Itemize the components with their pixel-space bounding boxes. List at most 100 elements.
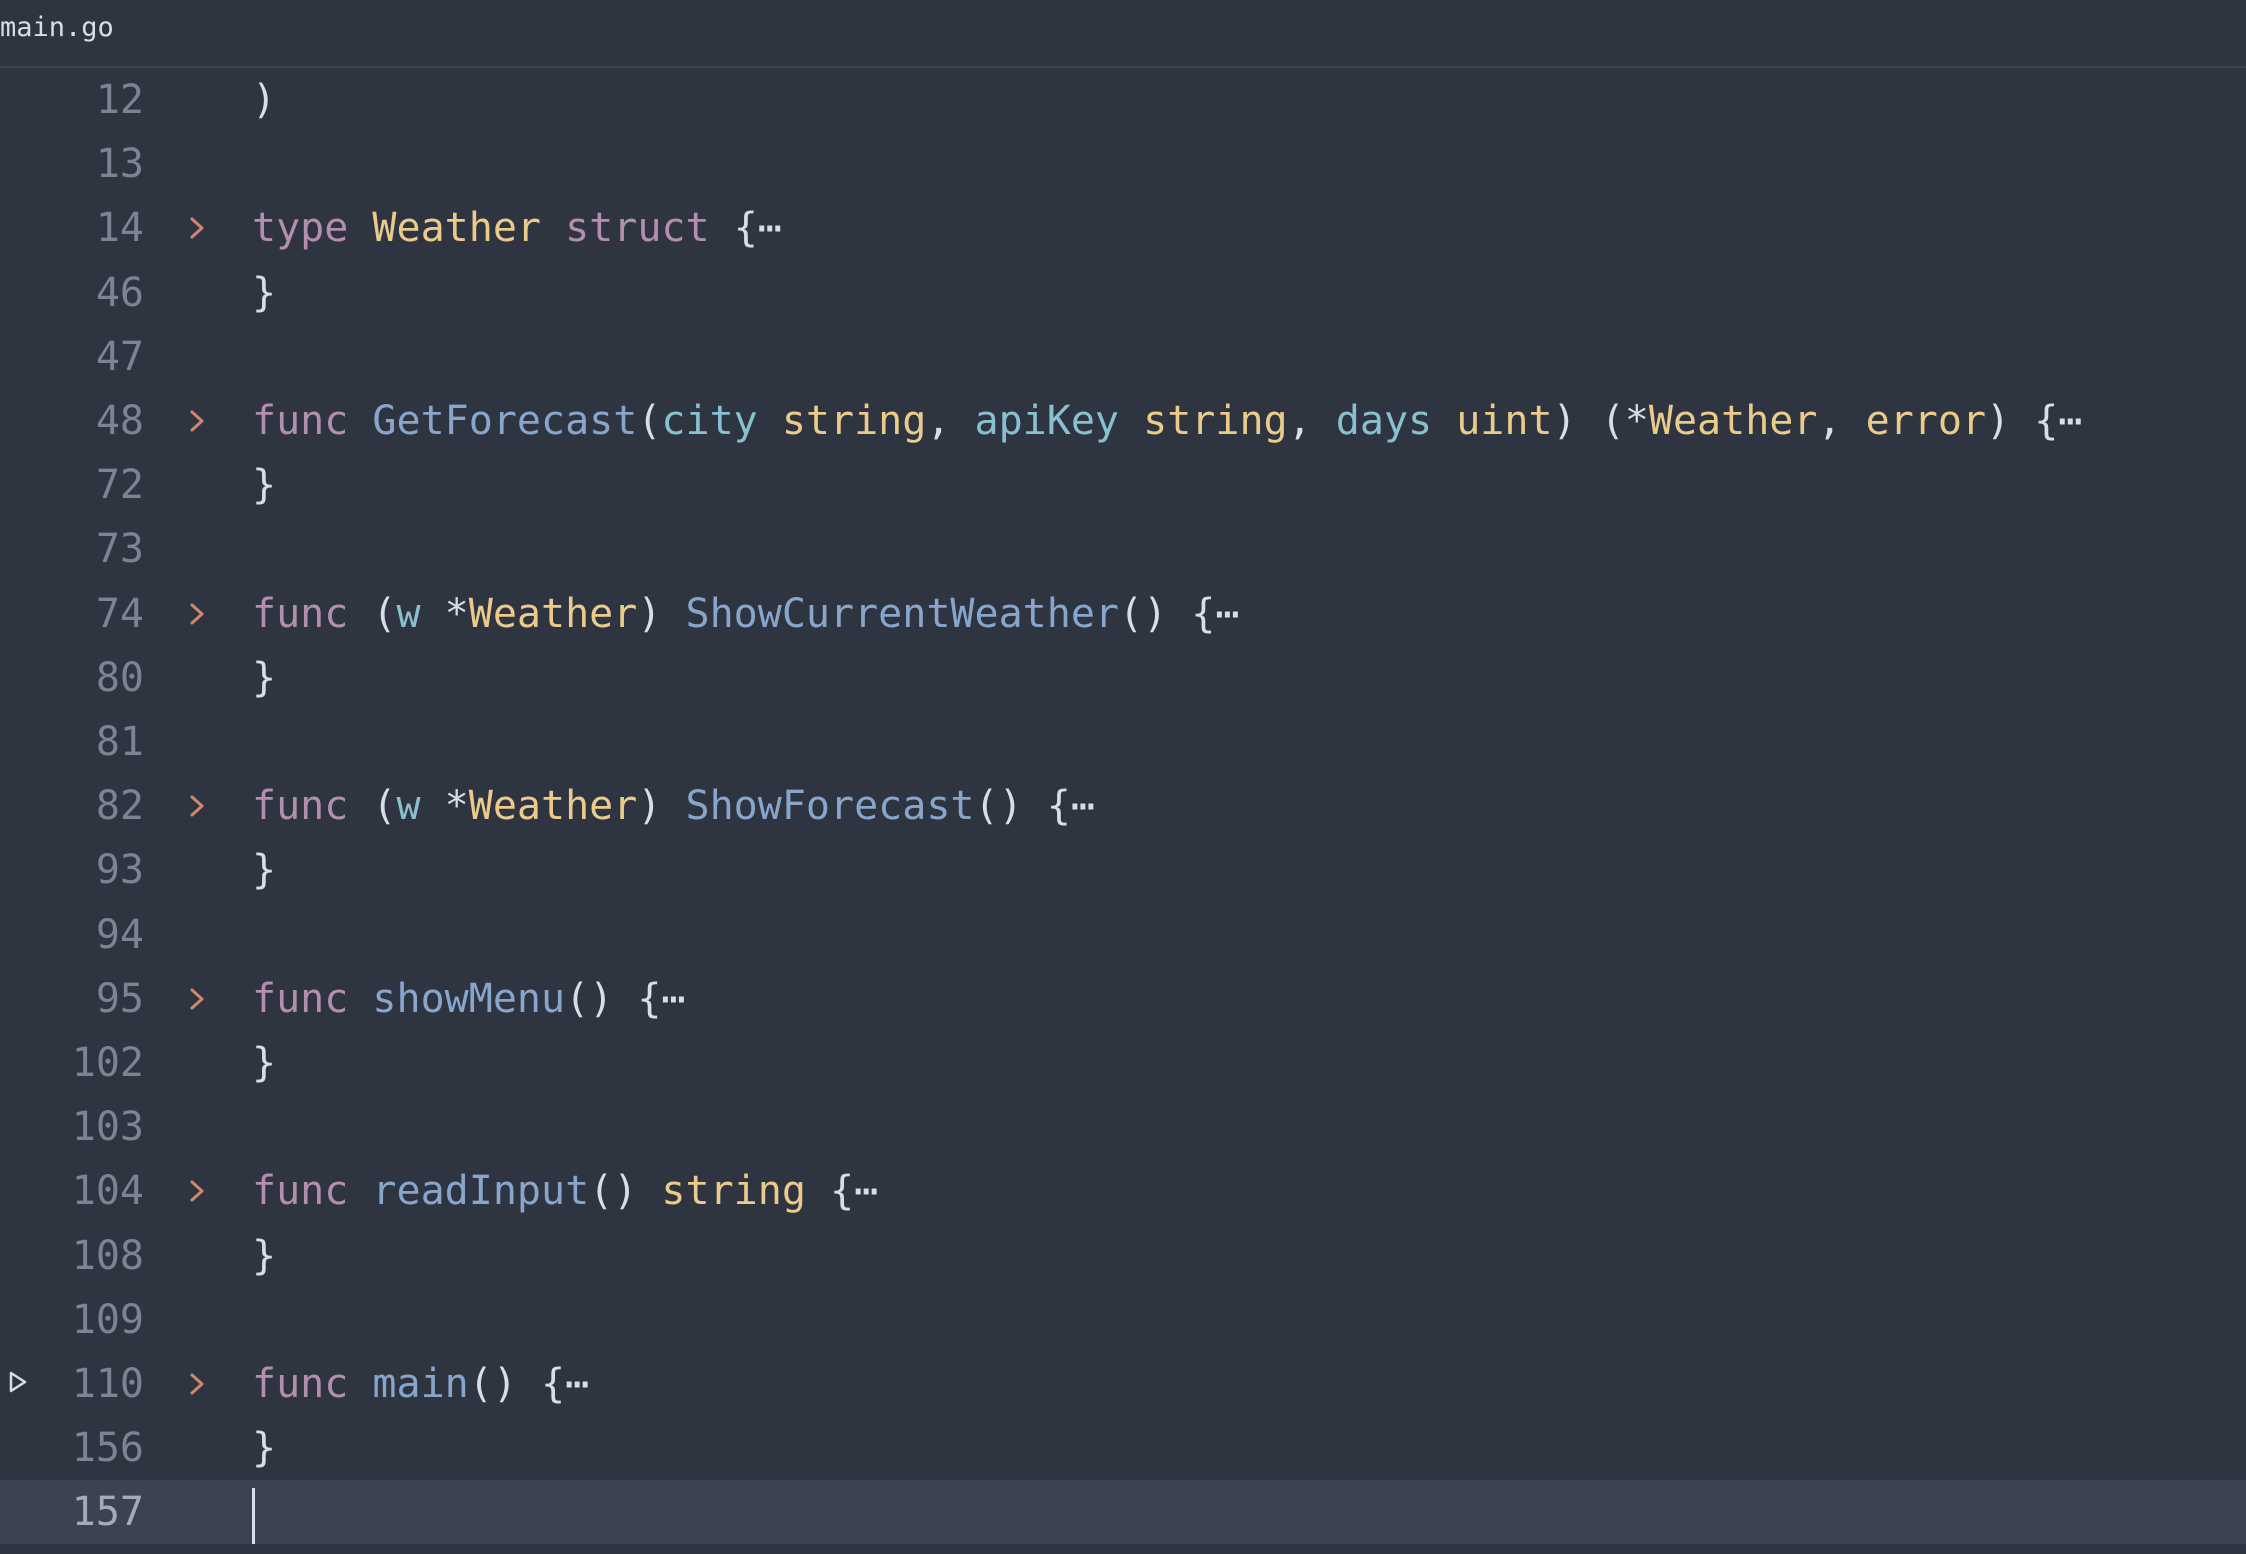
line-number: 157	[71, 1489, 144, 1536]
code-token: ,	[1817, 398, 1866, 444]
code-token: showMenu	[372, 975, 566, 1022]
code-token: Weather	[372, 205, 541, 252]
line-number: 47	[95, 333, 144, 380]
line-number: 103	[71, 1104, 144, 1151]
code-text: func readInput() string {⋯	[252, 1169, 878, 1213]
code-token: )	[637, 590, 686, 637]
run-triangle-icon[interactable]	[6, 1368, 34, 1400]
folded-region-ellipsis[interactable]: {⋯	[734, 205, 782, 251]
folded-region-ellipsis[interactable]: {⋯	[2034, 398, 2082, 444]
line-number: 82	[95, 783, 144, 830]
code-line[interactable]: 156}	[0, 1416, 2246, 1480]
code-token: readInput	[372, 1168, 590, 1215]
code-token: Weather	[468, 783, 638, 830]
code-token: string	[781, 398, 927, 444]
code-token: Weather	[468, 590, 638, 637]
code-line[interactable]: 93}	[0, 838, 2246, 902]
code-line[interactable]: 80}	[0, 646, 2246, 710]
code-line[interactable]: 72}	[0, 453, 2246, 517]
code-token: )	[637, 783, 686, 830]
code-token: w	[396, 783, 421, 830]
code-line[interactable]: 103	[0, 1095, 2246, 1159]
line-number: 73	[95, 526, 144, 573]
chevron-right-icon[interactable]	[184, 403, 214, 439]
line-number: 94	[95, 911, 144, 958]
code-line[interactable]: 95 func showMenu() {⋯	[0, 967, 2246, 1031]
code-token: main	[372, 1361, 469, 1407]
folded-region-ellipsis[interactable]: {⋯	[541, 1361, 589, 1407]
code-line[interactable]: 47	[0, 325, 2246, 389]
code-line-current[interactable]: 157	[0, 1480, 2246, 1545]
code-line[interactable]: 108}	[0, 1224, 2246, 1288]
code-line[interactable]: 102}	[0, 1031, 2246, 1095]
line-number: 81	[95, 719, 144, 765]
code-text: func (w *Weather) ShowForecast() {⋯	[252, 784, 1095, 828]
code-token: (	[637, 398, 662, 444]
code-line[interactable]: 110 func main() {⋯	[0, 1352, 2246, 1416]
code-token: days	[1335, 398, 1433, 444]
code-text: }	[252, 1041, 276, 1085]
code-token: uint	[1456, 398, 1553, 444]
code-line[interactable]: 94	[0, 903, 2246, 967]
code-line[interactable]: 104 func readInput() string {⋯	[0, 1159, 2246, 1223]
folded-region-ellipsis[interactable]: {⋯	[1191, 591, 1239, 637]
chevron-right-icon[interactable]	[184, 1366, 214, 1402]
code-line[interactable]: 109	[0, 1288, 2246, 1352]
folded-region-ellipsis[interactable]: {⋯	[637, 976, 685, 1022]
code-token: }	[252, 1232, 277, 1279]
line-number: 46	[95, 269, 144, 316]
code-text: }	[252, 656, 276, 700]
code-token: func	[252, 975, 349, 1022]
chevron-right-icon[interactable]	[184, 1173, 214, 1209]
code-token: (	[348, 590, 397, 637]
code-token: func	[252, 1361, 349, 1407]
code-text: func GetForecast(city string, apiKey str…	[252, 399, 2082, 443]
line-number: 95	[95, 975, 144, 1022]
line-number: 156	[71, 1425, 144, 1472]
code-token: Weather	[1648, 398, 1818, 444]
tab-main-go[interactable]: main.go	[0, 12, 114, 44]
code-line[interactable]: 74 func (w *Weather) ShowCurrentWeather()…	[0, 582, 2246, 646]
code-token: apiKey	[974, 398, 1120, 444]
chevron-right-icon[interactable]	[184, 788, 214, 824]
folded-region-ellipsis[interactable]: {⋯	[830, 1168, 878, 1214]
code-text: }	[252, 463, 276, 507]
code-line[interactable]: 81	[0, 710, 2246, 774]
code-line[interactable]: 82 func (w *Weather) ShowForecast() {⋯	[0, 774, 2246, 838]
code-token: }	[252, 847, 277, 894]
code-token: func	[252, 590, 349, 637]
code-line[interactable]: 14 type Weather struct {⋯	[0, 196, 2246, 260]
code-text: func (w *Weather) ShowCurrentWeather() {…	[252, 592, 1239, 636]
code-token: ,	[926, 398, 975, 444]
code-token: *	[420, 783, 469, 830]
code-token: func	[252, 783, 349, 830]
code-token: struct	[565, 205, 710, 252]
line-number: 93	[95, 847, 144, 894]
chevron-right-icon[interactable]	[184, 981, 214, 1017]
code-line[interactable]: 46}	[0, 261, 2246, 325]
code-token: }	[252, 654, 277, 701]
folded-region-ellipsis[interactable]: {⋯	[1047, 783, 1095, 829]
code-text: }	[252, 1426, 276, 1470]
code-line[interactable]: 48 func GetForecast(city string, apiKey s…	[0, 389, 2246, 453]
code-token: ()	[565, 975, 638, 1022]
code-token: string	[1143, 398, 1288, 444]
chevron-right-icon[interactable]	[184, 596, 214, 632]
chevron-right-icon[interactable]	[184, 210, 214, 246]
code-line[interactable]: 73	[0, 517, 2246, 581]
code-token: ()	[974, 783, 1047, 830]
code-line[interactable]: 12)	[0, 68, 2246, 132]
code-token: }	[252, 1040, 277, 1086]
code-token: GetForecast	[372, 398, 638, 444]
code-text: type Weather struct {⋯	[252, 206, 782, 250]
line-number: 12	[95, 77, 144, 123]
code-editor[interactable]: 12) 13 14 type Weather struct {⋯ 46} 47 48 func…	[0, 68, 2246, 1554]
code-line[interactable]: 13	[0, 132, 2246, 196]
line-number: 74	[95, 590, 144, 637]
code-text: }	[252, 848, 276, 892]
